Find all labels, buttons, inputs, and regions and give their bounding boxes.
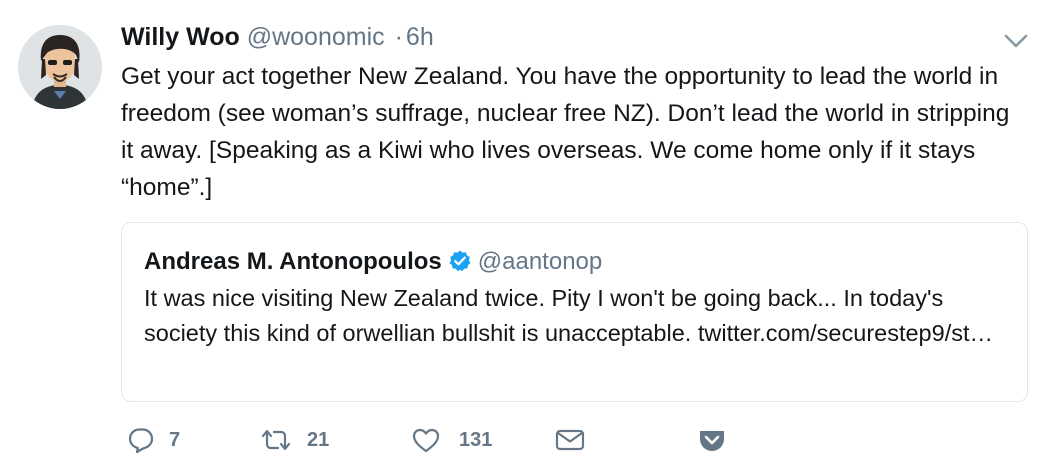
avatar[interactable]: [18, 25, 102, 109]
pocket-button[interactable]: [697, 422, 727, 458]
quoted-tweet-text: It was nice visiting New Zealand twice. …: [144, 285, 994, 346]
tweet-text: Get your act together New Zealand. You h…: [121, 63, 1010, 201]
retweet-count: 21: [307, 428, 330, 451]
direct-message-button[interactable]: [554, 422, 586, 458]
quoted-author-handle: @aantonop: [477, 248, 603, 275]
chevron-down-icon[interactable]: [1003, 32, 1029, 50]
quoted-tweet[interactable]: Andreas M. Antonopoulos @aantonop It was…: [121, 222, 1028, 402]
quoted-tweet-header: Andreas M. Antonopoulos @aantonop: [144, 247, 602, 277]
tweet-timestamp[interactable]: 6h: [406, 23, 434, 51]
pocket-icon: [697, 426, 727, 454]
retweet-icon: [259, 426, 293, 454]
reply-icon: [127, 426, 155, 454]
header-separator: ·: [394, 23, 403, 51]
tweet-header: Willy Woo @woonomic · 6h: [121, 22, 434, 52]
like-icon: [411, 426, 441, 454]
reply-count: 7: [169, 428, 181, 451]
retweet-button[interactable]: 21: [259, 422, 329, 458]
quoted-author-name: Andreas M. Antonopoulos: [144, 248, 442, 275]
message-icon: [554, 426, 586, 454]
author-handle[interactable]: @woonomic: [247, 23, 385, 51]
reply-button[interactable]: 7: [127, 422, 180, 458]
verified-badge-icon: [448, 249, 472, 273]
like-count: 131: [459, 428, 493, 451]
like-button[interactable]: 131: [411, 422, 492, 458]
tweet-actions: 7 21 131: [121, 422, 741, 458]
author-name[interactable]: Willy Woo: [121, 23, 240, 51]
